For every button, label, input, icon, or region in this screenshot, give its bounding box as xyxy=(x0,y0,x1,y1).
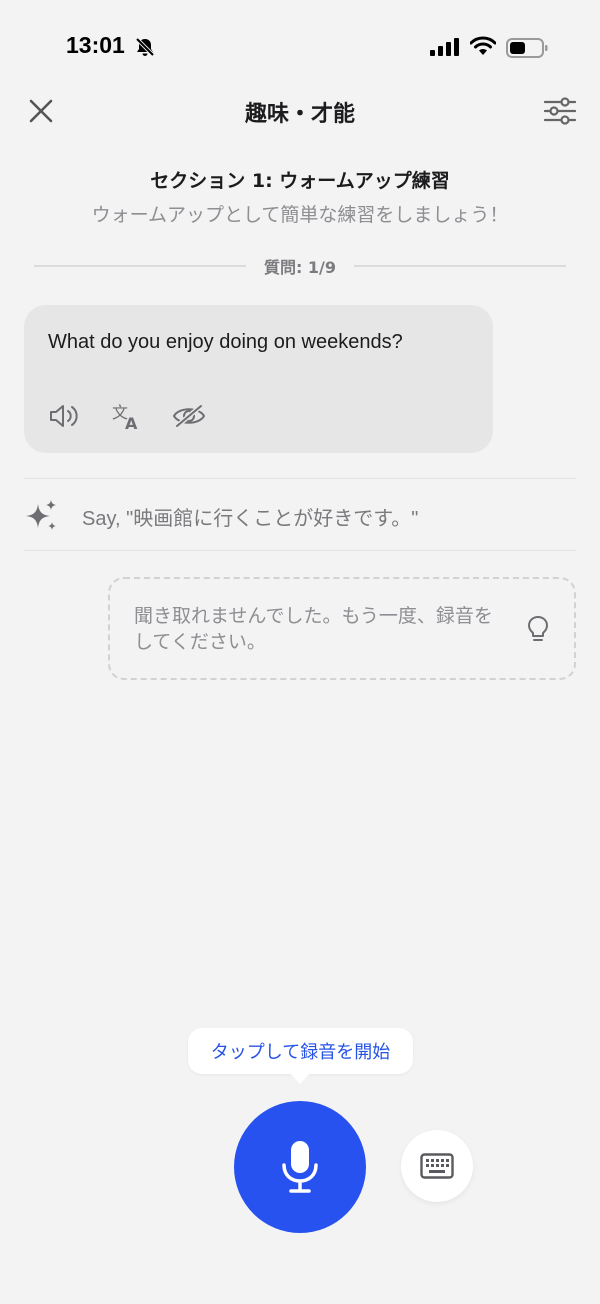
battery-icon xyxy=(506,38,548,62)
section-subtitle: ウォームアップとして簡単な練習をしましょう！ xyxy=(91,204,509,226)
eye-slash-icon xyxy=(172,404,206,428)
question-text: What do you enjoy doing on weekends? xyxy=(48,331,403,353)
record-tooltip: タップして録音を開始 xyxy=(188,1028,413,1074)
speaker-icon xyxy=(50,405,78,427)
record-button[interactable] xyxy=(234,1101,366,1233)
keyboard-button[interactable] xyxy=(401,1130,473,1202)
sliders-icon xyxy=(544,97,576,125)
question-count: 質問: 1/9 xyxy=(263,258,337,277)
header: 趣味・才能 xyxy=(0,84,600,138)
screen: 13:01 趣味・才能 セクション 1: ウォームアップ練習 ウォームアップとし… xyxy=(0,0,600,1304)
hide-text-button[interactable] xyxy=(172,401,206,431)
answer-text: 聞き取れませんでした。もう一度、録音をしてください。 xyxy=(134,605,493,653)
settings-button[interactable] xyxy=(540,94,580,128)
svg-text:A: A xyxy=(125,414,138,430)
translate-button[interactable]: 文 A xyxy=(110,401,144,431)
status-time: 13:01 xyxy=(66,32,125,58)
page-title: 趣味・才能 xyxy=(244,102,355,127)
question-bubble: What do you enjoy doing on weekends? 文 A xyxy=(24,305,493,453)
bell-slash-icon xyxy=(134,36,156,62)
hint-top-divider xyxy=(24,478,576,479)
divider-line-left xyxy=(34,265,246,267)
signal-icon xyxy=(430,38,460,60)
answer-box: 聞き取れませんでした。もう一度、録音をしてください。 xyxy=(108,577,576,680)
wifi-icon xyxy=(469,36,497,60)
divider-line-right xyxy=(354,265,566,267)
microphone-icon xyxy=(282,1141,318,1193)
hint-text: Say, "映画館に行くことが好きです。" xyxy=(82,507,419,530)
section-title: セクション 1: ウォームアップ練習 xyxy=(150,170,450,192)
question-actions: 文 A xyxy=(48,401,206,431)
status-bar: 13:01 xyxy=(0,0,600,96)
keyboard-icon xyxy=(420,1153,454,1179)
tooltip-tail xyxy=(289,1072,311,1084)
hint-bottom-divider xyxy=(24,550,576,551)
speaker-button[interactable] xyxy=(48,401,82,431)
translate-icon: 文 A xyxy=(112,403,138,430)
sparkles-icon xyxy=(26,500,56,530)
hint-row: Say, "映画館に行くことが好きです。" xyxy=(24,498,576,534)
lightbulb-icon[interactable] xyxy=(526,615,550,647)
question-progress-divider: 質問: 1/9 xyxy=(34,252,566,280)
